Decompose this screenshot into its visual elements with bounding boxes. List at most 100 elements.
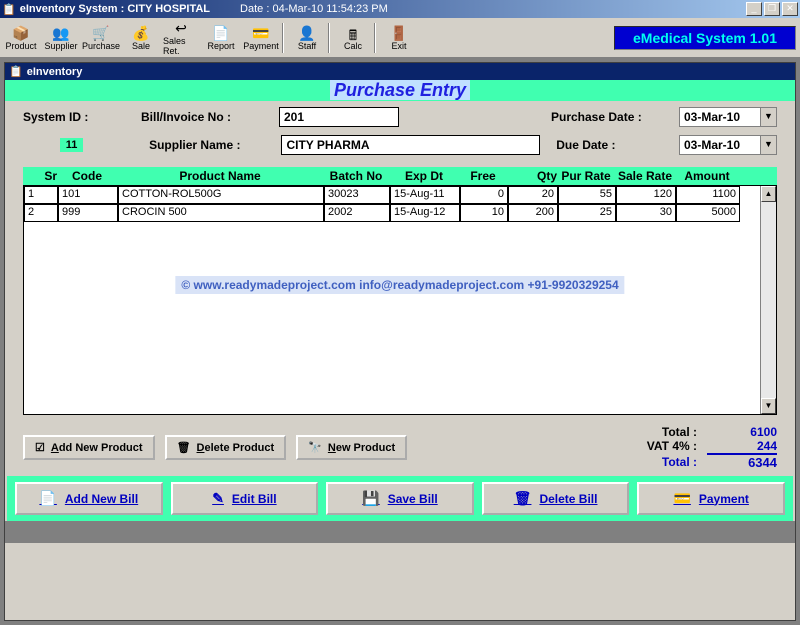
- cell-code[interactable]: 999: [58, 204, 118, 222]
- main-toolbar: 📦Product 👥Supplier 🛒Purchase 💰Sale ↩Sale…: [0, 18, 800, 58]
- col-rate: Pur Rate: [557, 169, 615, 183]
- toolbar-separator: [328, 23, 330, 53]
- staff-icon: 👤: [298, 25, 315, 41]
- delete-product-button[interactable]: 🗑Delete Product: [165, 435, 287, 460]
- col-code: Code: [57, 169, 117, 183]
- cell-qty[interactable]: 200: [508, 204, 558, 222]
- save-bill-button[interactable]: 💾Save Bill: [326, 482, 474, 515]
- vertical-scrollbar[interactable]: ▲ ▼: [760, 186, 776, 414]
- purchase-date-input[interactable]: [680, 108, 760, 126]
- payment-icon: 💳: [673, 490, 690, 507]
- toolbar-separator: [374, 23, 376, 53]
- cell-sr[interactable]: 2: [24, 204, 58, 222]
- minimize-button[interactable]: _: [746, 2, 762, 16]
- toolbar-exit[interactable]: 🚪Exit: [380, 20, 418, 56]
- bottom-action-bar: 📄Add New Bill ✎Edit Bill 💾Save Bill 🗑Del…: [7, 476, 793, 521]
- col-free: Free: [459, 169, 507, 183]
- total-label: Total :: [662, 425, 697, 439]
- delete-icon: 🗑: [177, 441, 191, 454]
- cell-amt[interactable]: 5000: [676, 204, 740, 222]
- cell-rate[interactable]: 25: [558, 204, 616, 222]
- system-id-label: System ID :: [23, 110, 133, 124]
- app-icon: 📋: [2, 3, 16, 16]
- cell-batch[interactable]: 2002: [324, 204, 390, 222]
- purchase-date-combo[interactable]: ▼: [679, 107, 777, 127]
- toolbar-sale[interactable]: 💰Sale: [122, 20, 160, 56]
- child-titlebar: 📋 eInventory: [5, 63, 795, 80]
- toolbar-calc[interactable]: 🖩Calc: [334, 20, 372, 56]
- sale-icon: 💰: [132, 25, 149, 41]
- delete-icon: 🗑: [514, 490, 532, 507]
- cell-rate[interactable]: 55: [558, 186, 616, 204]
- due-date-label: Due Date :: [556, 138, 671, 152]
- new-product-button[interactable]: 🔭New Product: [296, 435, 407, 460]
- sales-ret-icon: ↩: [175, 20, 187, 36]
- cell-free[interactable]: 10: [460, 204, 508, 222]
- cell-srate[interactable]: 30: [616, 204, 676, 222]
- grid-body[interactable]: 1101COTTON-ROL500G3002315-Aug-1102055120…: [23, 185, 777, 415]
- due-date-combo[interactable]: ▼: [679, 135, 777, 155]
- page-header: Purchase Entry: [5, 80, 795, 101]
- cell-amt[interactable]: 1100: [676, 186, 740, 204]
- toolbar-staff[interactable]: 👤Staff: [288, 20, 326, 56]
- toolbar-supplier[interactable]: 👥Supplier: [42, 20, 80, 56]
- payment-icon: 💳: [252, 25, 269, 41]
- supplier-label: Supplier Name :: [149, 138, 273, 152]
- cell-qty[interactable]: 20: [508, 186, 558, 204]
- toolbar-report[interactable]: 📄Report: [202, 20, 240, 56]
- table-row[interactable]: 1101COTTON-ROL500G3002315-Aug-1102055120…: [24, 186, 776, 204]
- report-icon: 📄: [212, 25, 229, 41]
- restore-button[interactable]: ❐: [764, 2, 780, 16]
- cell-batch[interactable]: 30023: [324, 186, 390, 204]
- child-icon: 📋: [9, 65, 23, 78]
- due-date-input[interactable]: [680, 136, 760, 154]
- cell-srate[interactable]: 120: [616, 186, 676, 204]
- system-id-value: 11: [60, 138, 84, 152]
- col-qty: Qty: [507, 169, 557, 183]
- totals-block: Total :6100 VAT 4% :244 Total :6344: [647, 425, 777, 470]
- toolbar-purchase[interactable]: 🛒Purchase: [82, 20, 120, 56]
- new-icon: 📄: [39, 490, 56, 507]
- payment-button[interactable]: 💳Payment: [637, 482, 785, 515]
- toolbar-sales-ret[interactable]: ↩Sales Ret.: [162, 20, 200, 56]
- toolbar-product[interactable]: 📦Product: [2, 20, 40, 56]
- add-new-bill-button[interactable]: 📄Add New Bill: [15, 482, 163, 515]
- mdi-area: 📋 eInventory Purchase Entry System ID : …: [0, 58, 800, 625]
- add-new-product-button[interactable]: ☑Add New Product: [23, 435, 155, 460]
- cell-name[interactable]: COTTON-ROL500G: [118, 186, 324, 204]
- toolbar-payment[interactable]: 💳Payment: [242, 20, 280, 56]
- calc-icon: 🖩: [349, 25, 357, 41]
- bill-no-label: Bill/Invoice No :: [141, 110, 271, 124]
- chevron-down-icon[interactable]: ▼: [760, 136, 776, 154]
- col-name: Product Name: [117, 169, 323, 183]
- final-total-value: 6344: [707, 455, 777, 470]
- delete-bill-button[interactable]: 🗑Delete Bill: [482, 482, 630, 515]
- close-button[interactable]: ✕: [782, 2, 798, 16]
- titlebar-date: Date : 04-Mar-10 11:54:23 PM: [240, 3, 388, 15]
- edit-bill-button[interactable]: ✎Edit Bill: [171, 482, 319, 515]
- final-total-label: Total :: [662, 455, 697, 470]
- form-area: System ID : Bill/Invoice No : Purchase D…: [5, 101, 795, 167]
- bill-no-input[interactable]: [279, 107, 399, 127]
- mid-action-row: ☑Add New Product 🗑Delete Product 🔭New Pr…: [23, 425, 777, 470]
- cell-exp[interactable]: 15-Aug-12: [390, 204, 460, 222]
- cell-sr[interactable]: 1: [24, 186, 58, 204]
- cell-name[interactable]: CROCIN 500: [118, 204, 324, 222]
- purchase-date-label: Purchase Date :: [551, 110, 671, 124]
- scroll-down-icon[interactable]: ▼: [761, 398, 776, 414]
- cell-free[interactable]: 0: [460, 186, 508, 204]
- exit-icon: 🚪: [390, 25, 407, 41]
- supplier-input[interactable]: [281, 135, 540, 155]
- col-amt: Amount: [675, 169, 739, 183]
- vat-label: VAT 4% :: [647, 439, 697, 455]
- brand-label: eMedical System 1.01: [614, 26, 796, 50]
- save-icon: 💾: [362, 490, 379, 507]
- supplier-icon: 👥: [52, 25, 69, 41]
- cell-exp[interactable]: 15-Aug-11: [390, 186, 460, 204]
- cell-code[interactable]: 101: [58, 186, 118, 204]
- product-icon: 📦: [12, 25, 29, 41]
- watermark: © www.readymadeproject.com info@readymad…: [175, 276, 624, 294]
- scroll-up-icon[interactable]: ▲: [761, 186, 776, 202]
- chevron-down-icon[interactable]: ▼: [760, 108, 776, 126]
- table-row[interactable]: 2999CROCIN 500200215-Aug-121020025305000: [24, 204, 776, 222]
